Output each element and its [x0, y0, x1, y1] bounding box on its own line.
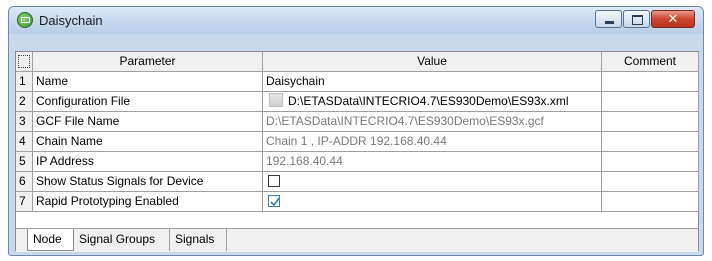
value-text: Daisychain: [266, 74, 325, 88]
table-row: 7 Rapid Prototyping Enabled: [16, 192, 699, 212]
parameter-cell: IP Address: [33, 152, 263, 172]
comment-cell[interactable]: [602, 172, 699, 192]
value-cell[interactable]: Daisychain: [263, 72, 602, 92]
comment-cell[interactable]: [602, 72, 699, 92]
comment-cell[interactable]: [602, 92, 699, 112]
close-button[interactable]: ✕: [651, 10, 695, 28]
value-text: D:\ETASData\INTECRIO4.7\ES930Demo\ES93x.…: [288, 94, 569, 108]
table-row: 2 Configuration File D:\ETASData\INTECRIO4…: [16, 92, 699, 112]
file-browse-icon[interactable]: [269, 93, 283, 107]
grid-header-row: Parameter Value Comment: [16, 52, 699, 72]
select-all-corner[interactable]: [16, 52, 33, 72]
value-cell[interactable]: [263, 172, 602, 192]
value-checkbox[interactable]: [268, 175, 280, 187]
value-text: 192.168.40.44: [266, 154, 343, 168]
window-title: Daisychain: [39, 13, 103, 28]
row-index[interactable]: 2: [16, 92, 33, 112]
value-checkbox[interactable]: [268, 195, 280, 207]
corner-marker: [18, 55, 30, 68]
parameter-cell: Rapid Prototyping Enabled: [33, 192, 263, 212]
comment-cell[interactable]: [602, 112, 699, 132]
table-row: 5 IP Address 192.168.40.44: [16, 152, 699, 172]
tab-strip: Node Signal Groups Signals: [16, 228, 698, 252]
value-cell[interactable]: D:\ETASData\INTECRIO4.7\ES930Demo\ES93x.…: [263, 92, 602, 112]
tab-signal-groups[interactable]: Signal Groups: [74, 229, 170, 251]
comment-cell[interactable]: [602, 152, 699, 172]
value-cell[interactable]: Chain 1 , IP-ADDR 192.168.40.44: [263, 132, 602, 152]
value-text: Chain 1 , IP-ADDR 192.168.40.44: [266, 134, 447, 148]
table-row: 1 Name Daisychain: [16, 72, 699, 92]
value-cell[interactable]: D:\ETASData\INTECRIO4.7\ES930Demo\ES93x.…: [263, 112, 602, 132]
comment-cell[interactable]: [602, 192, 699, 212]
minimize-button[interactable]: [595, 10, 622, 28]
row-index[interactable]: 1: [16, 72, 33, 92]
row-index[interactable]: 6: [16, 172, 33, 192]
table-row: 6 Show Status Signals for Device: [16, 172, 699, 192]
maximize-button[interactable]: [623, 10, 650, 28]
minimize-icon: [605, 21, 614, 24]
value-cell[interactable]: 192.168.40.44: [263, 152, 602, 172]
row-index[interactable]: 4: [16, 132, 33, 152]
header-value[interactable]: Value: [263, 52, 602, 72]
table-row: 3 GCF File Name D:\ETASData\INTECRIO4.7\ES…: [16, 112, 699, 132]
daisychain-window: Daisychain ✕ Parameter Value Comment 1 Na…: [8, 6, 704, 256]
maximize-icon: [632, 15, 643, 25]
parameter-cell: Chain Name: [33, 132, 263, 152]
parameter-cell: Name: [33, 72, 263, 92]
app-icon: [17, 12, 33, 28]
close-icon: ✕: [667, 11, 679, 26]
header-comment[interactable]: Comment: [602, 52, 699, 72]
title-bar[interactable]: Daisychain ✕: [9, 7, 703, 34]
row-index[interactable]: 7: [16, 192, 33, 212]
value-cell[interactable]: [263, 192, 602, 212]
table-row: 4 Chain Name Chain 1 , IP-ADDR 192.168.40.…: [16, 132, 699, 152]
value-text: D:\ETASData\INTECRIO4.7\ES930Demo\ES93x.…: [266, 114, 544, 128]
row-index[interactable]: 5: [16, 152, 33, 172]
row-index[interactable]: 3: [16, 112, 33, 132]
tab-signals[interactable]: Signals: [170, 229, 227, 251]
properties-panel: Parameter Value Comment 1 Name Daisychain 2…: [15, 51, 699, 252]
parameter-cell: GCF File Name: [33, 112, 263, 132]
comment-cell[interactable]: [602, 132, 699, 152]
parameter-cell: Configuration File: [33, 92, 263, 112]
header-parameter[interactable]: Parameter: [33, 52, 263, 72]
tab-node[interactable]: Node: [27, 229, 74, 251]
parameter-cell: Show Status Signals for Device: [33, 172, 263, 192]
